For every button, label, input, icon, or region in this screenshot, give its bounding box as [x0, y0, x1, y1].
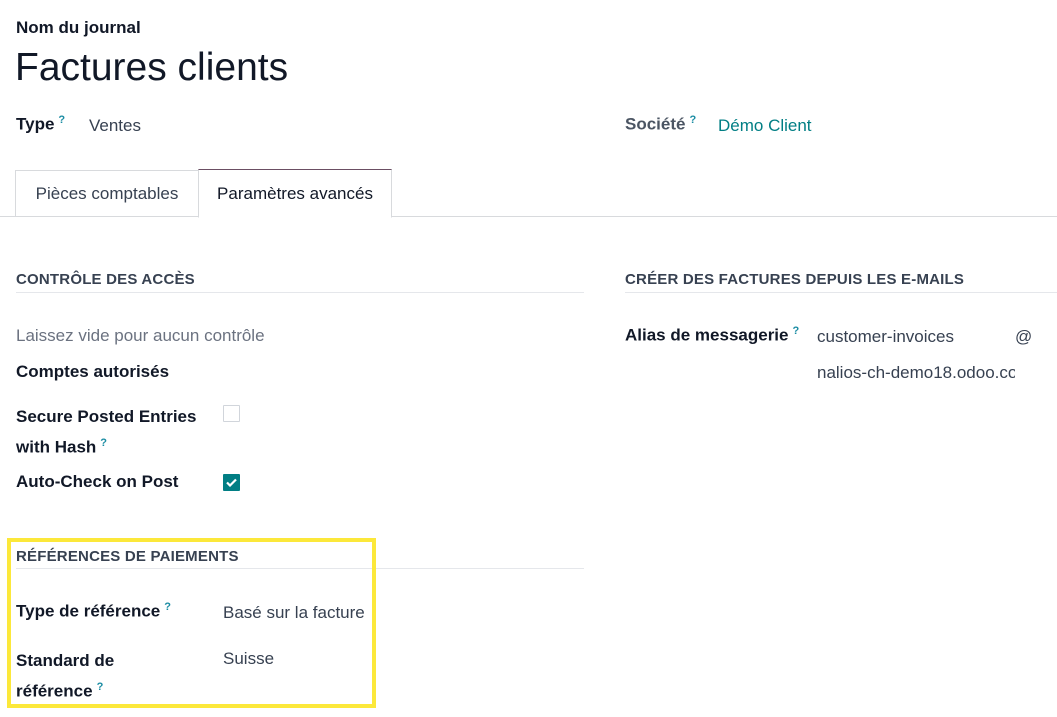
checkmark-icon: [226, 478, 237, 487]
secure-entries-label: Secure Posted Entries with Hash?: [16, 403, 196, 461]
journal-name-field[interactable]: Factures clients: [15, 46, 288, 90]
email-alias-label: Alias de messagerie?: [625, 325, 799, 345]
secure-label-line1: Secure Posted Entries: [16, 407, 197, 426]
company-label: Société: [625, 114, 686, 134]
tab-advanced-settings[interactable]: Paramètres avancés: [198, 169, 392, 218]
highlight-annotation-box: [7, 538, 376, 708]
allowed-accounts-label: Comptes autorisés: [16, 362, 170, 381]
alias-name-input[interactable]: customer-invoices: [817, 327, 954, 347]
autocheck-label: Auto-Check on Post: [16, 472, 179, 491]
alias-at-sign: @: [1015, 327, 1033, 346]
type-value[interactable]: Ventes: [89, 116, 141, 136]
autocheck-checkbox[interactable]: [223, 474, 240, 491]
alias-label-text: Alias de messagerie: [625, 325, 789, 345]
help-icon[interactable]: ?: [100, 437, 107, 449]
help-icon[interactable]: ?: [792, 325, 799, 337]
notebook-tabs: Pièces comptables Paramètres avancés: [0, 169, 1057, 218]
alias-domain-input[interactable]: nalios-ch-demo18.odoo.com: [817, 363, 1015, 383]
company-link[interactable]: Démo Client: [718, 116, 812, 136]
section-title-access-control: CONTRÔLE DES ACCÈS: [16, 271, 195, 288]
type-field-label: Type?: [16, 114, 65, 134]
help-icon[interactable]: ?: [689, 114, 696, 126]
help-icon[interactable]: ?: [58, 114, 65, 126]
section-title-email-invoices: CRÉER DES FACTURES DEPUIS LES E-MAILS: [625, 271, 965, 288]
journal-name-label: Nom du journal: [16, 18, 141, 37]
secure-entries-checkbox[interactable]: [223, 405, 240, 422]
section-divider: [16, 292, 584, 293]
company-field-label: Société?: [625, 114, 696, 134]
section-divider: [625, 292, 1057, 293]
type-label: Type: [16, 114, 55, 134]
tab-journal-entries[interactable]: Pièces comptables: [15, 170, 199, 217]
journal-form: Nom du journal Factures clients Type? Ve…: [0, 0, 1057, 717]
secure-label-line2: with Hash: [16, 437, 97, 457]
accounts-hint: Laissez vide pour aucun contrôle: [16, 326, 265, 345]
